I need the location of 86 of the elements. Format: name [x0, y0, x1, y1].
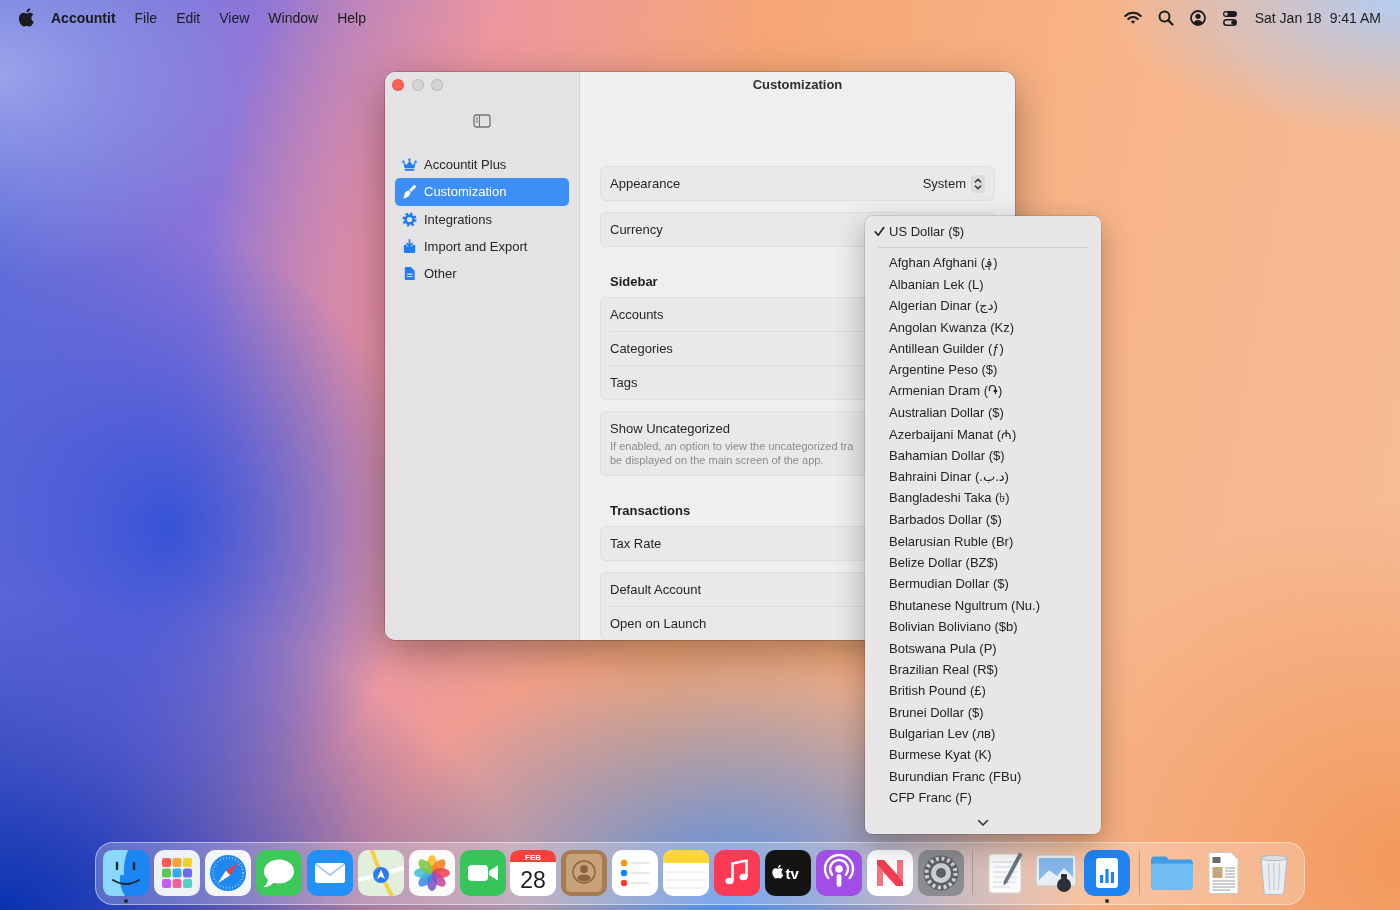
envelope-icon[interactable]: [306, 850, 353, 896]
video-camera-icon[interactable]: [459, 850, 506, 896]
toggle-switches-icon[interactable]: [1221, 9, 1238, 26]
popup-button[interactable]: System: [922, 174, 985, 193]
row-label: Appearance: [610, 176, 681, 191]
menu-bar-time: 9:41 AM: [1329, 9, 1381, 26]
menu-item[interactable]: Albanian Lek (L): [865, 273, 990, 296]
sidebar-icon[interactable]: [473, 114, 491, 128]
apple-icon[interactable]: [18, 8, 34, 27]
menu-item[interactable]: Bahraini Dinar (.د.ب): [865, 466, 1015, 488]
app-menu[interactable]: Accountit: [51, 9, 116, 26]
row-label: Currency: [610, 222, 663, 237]
row-label: Open on Launch: [610, 616, 707, 631]
gear-icon: [402, 211, 417, 227]
notepad-icon[interactable]: [663, 850, 710, 896]
music-note-icon[interactable]: [714, 850, 760, 896]
menu-item[interactable]: US Dollar ($): [865, 221, 971, 243]
menu-item[interactable]: Bermudian Dollar ($): [865, 573, 1015, 595]
menu-item[interactable]: Afghan Afghani (؋): [865, 252, 1004, 274]
podcast-icon[interactable]: [815, 850, 862, 896]
menu-item[interactable]: British Pound (£): [865, 680, 992, 702]
chevron-down-icon[interactable]: [977, 819, 989, 827]
tv-icon[interactable]: tv: [764, 850, 811, 896]
up-down-chevron-icon: [971, 174, 985, 193]
menu-item[interactable]: Burundian Franc (FBu): [865, 765, 1028, 788]
window-title: Customization: [752, 77, 843, 93]
smiling-face-icon[interactable]: [103, 850, 150, 896]
compass-icon[interactable]: [205, 850, 252, 896]
row-label: Tax Rate: [610, 536, 662, 551]
row-label: Show Uncategorized: [610, 421, 730, 436]
menu-bar-item[interactable]: Edit: [176, 9, 201, 26]
menu-bar-item[interactable]: File: [134, 9, 158, 26]
menu-item[interactable]: Bolivian Boliviano ($b): [865, 615, 1024, 638]
menu-bar-item[interactable]: View: [219, 9, 250, 26]
row-label: Accounts: [610, 307, 664, 322]
row-label: Default Account: [610, 582, 702, 597]
user-icon[interactable]: [1189, 9, 1206, 26]
paintbrush-icon: [402, 184, 417, 200]
sidebar-item[interactable]: Integrations: [395, 205, 569, 233]
sidebar-item[interactable]: Import and Export: [395, 232, 569, 261]
section-heading: Sidebar: [610, 273, 658, 291]
menu-item[interactable]: Bangladeshi Taka (৳): [865, 487, 1016, 509]
menu-item[interactable]: Argentine Peso ($): [865, 359, 1004, 381]
menu-item[interactable]: Antillean Guilder (ƒ): [865, 337, 1010, 360]
menu-item[interactable]: Belize Dollar (BZ$): [865, 551, 1005, 574]
section-heading: Transactions: [610, 502, 691, 520]
menu-item[interactable]: Brazilian Real (R$): [865, 658, 1005, 681]
app-grid-icon[interactable]: [154, 850, 201, 896]
row-label: Categories: [610, 341, 673, 356]
address-book-icon[interactable]: [561, 850, 608, 896]
flower-icon[interactable]: [408, 850, 455, 896]
close-button[interactable]: [392, 79, 404, 91]
menu-bar-date: Sat Jan 18: [1254, 9, 1322, 26]
sidebar-item[interactable]: Accountit Plus: [395, 151, 569, 179]
menu-item[interactable]: CFP Franc (F): [865, 787, 978, 809]
checklist-icon[interactable]: [612, 850, 659, 896]
menu-item[interactable]: Algerian Dinar (دج): [865, 295, 1004, 317]
map-icon[interactable]: [357, 850, 404, 896]
crown-icon: [402, 157, 417, 173]
menu-item[interactable]: Botswana Pula (P): [865, 637, 1003, 659]
menu-item[interactable]: Bulgarian Lev (лв): [865, 722, 1002, 745]
chart-document-icon[interactable]: [1084, 850, 1131, 896]
folded-ribbon-icon[interactable]: [866, 850, 913, 896]
download-tray-icon: [402, 239, 417, 255]
menu-item[interactable]: Armenian Dram (֏): [865, 380, 1009, 402]
menu-item[interactable]: Brunei Dollar ($): [865, 701, 990, 723]
checkmark-icon: [874, 226, 885, 238]
menu-item[interactable]: Australian Dollar ($): [865, 402, 1010, 424]
calendar-icon[interactable]: FEB 28: [510, 850, 557, 896]
speech-bubble-icon[interactable]: [256, 850, 302, 896]
sidebar-item[interactable]: Other: [395, 260, 569, 288]
menu-item[interactable]: Bhutanese Ngultrum (Nu.): [865, 594, 1046, 616]
document-icon: [402, 266, 417, 282]
search-icon[interactable]: [1157, 9, 1174, 26]
wifi-icon[interactable]: [1123, 10, 1142, 25]
menu-item[interactable]: Burmese Kyat (K): [865, 744, 998, 766]
row-label: Tags: [610, 375, 638, 390]
menu-bar-item[interactable]: Window: [268, 9, 319, 26]
menu-item[interactable]: Angolan Kwanza (Kz): [865, 316, 1020, 338]
menu-bar-item[interactable]: Help: [337, 9, 366, 26]
menu-item[interactable]: Belarusian Ruble (Br): [865, 530, 1020, 552]
row-description: If enabled, an option to view the uncategorized tra be displayed on the main screen of the app.: [610, 439, 854, 467]
gear-icon[interactable]: [917, 850, 964, 896]
menu-item[interactable]: Azerbaijani Manat (₼): [865, 423, 1023, 445]
menu-item[interactable]: Barbados Dollar ($): [865, 508, 1008, 531]
menu-item[interactable]: Bahamian Dollar ($): [865, 444, 1011, 467]
